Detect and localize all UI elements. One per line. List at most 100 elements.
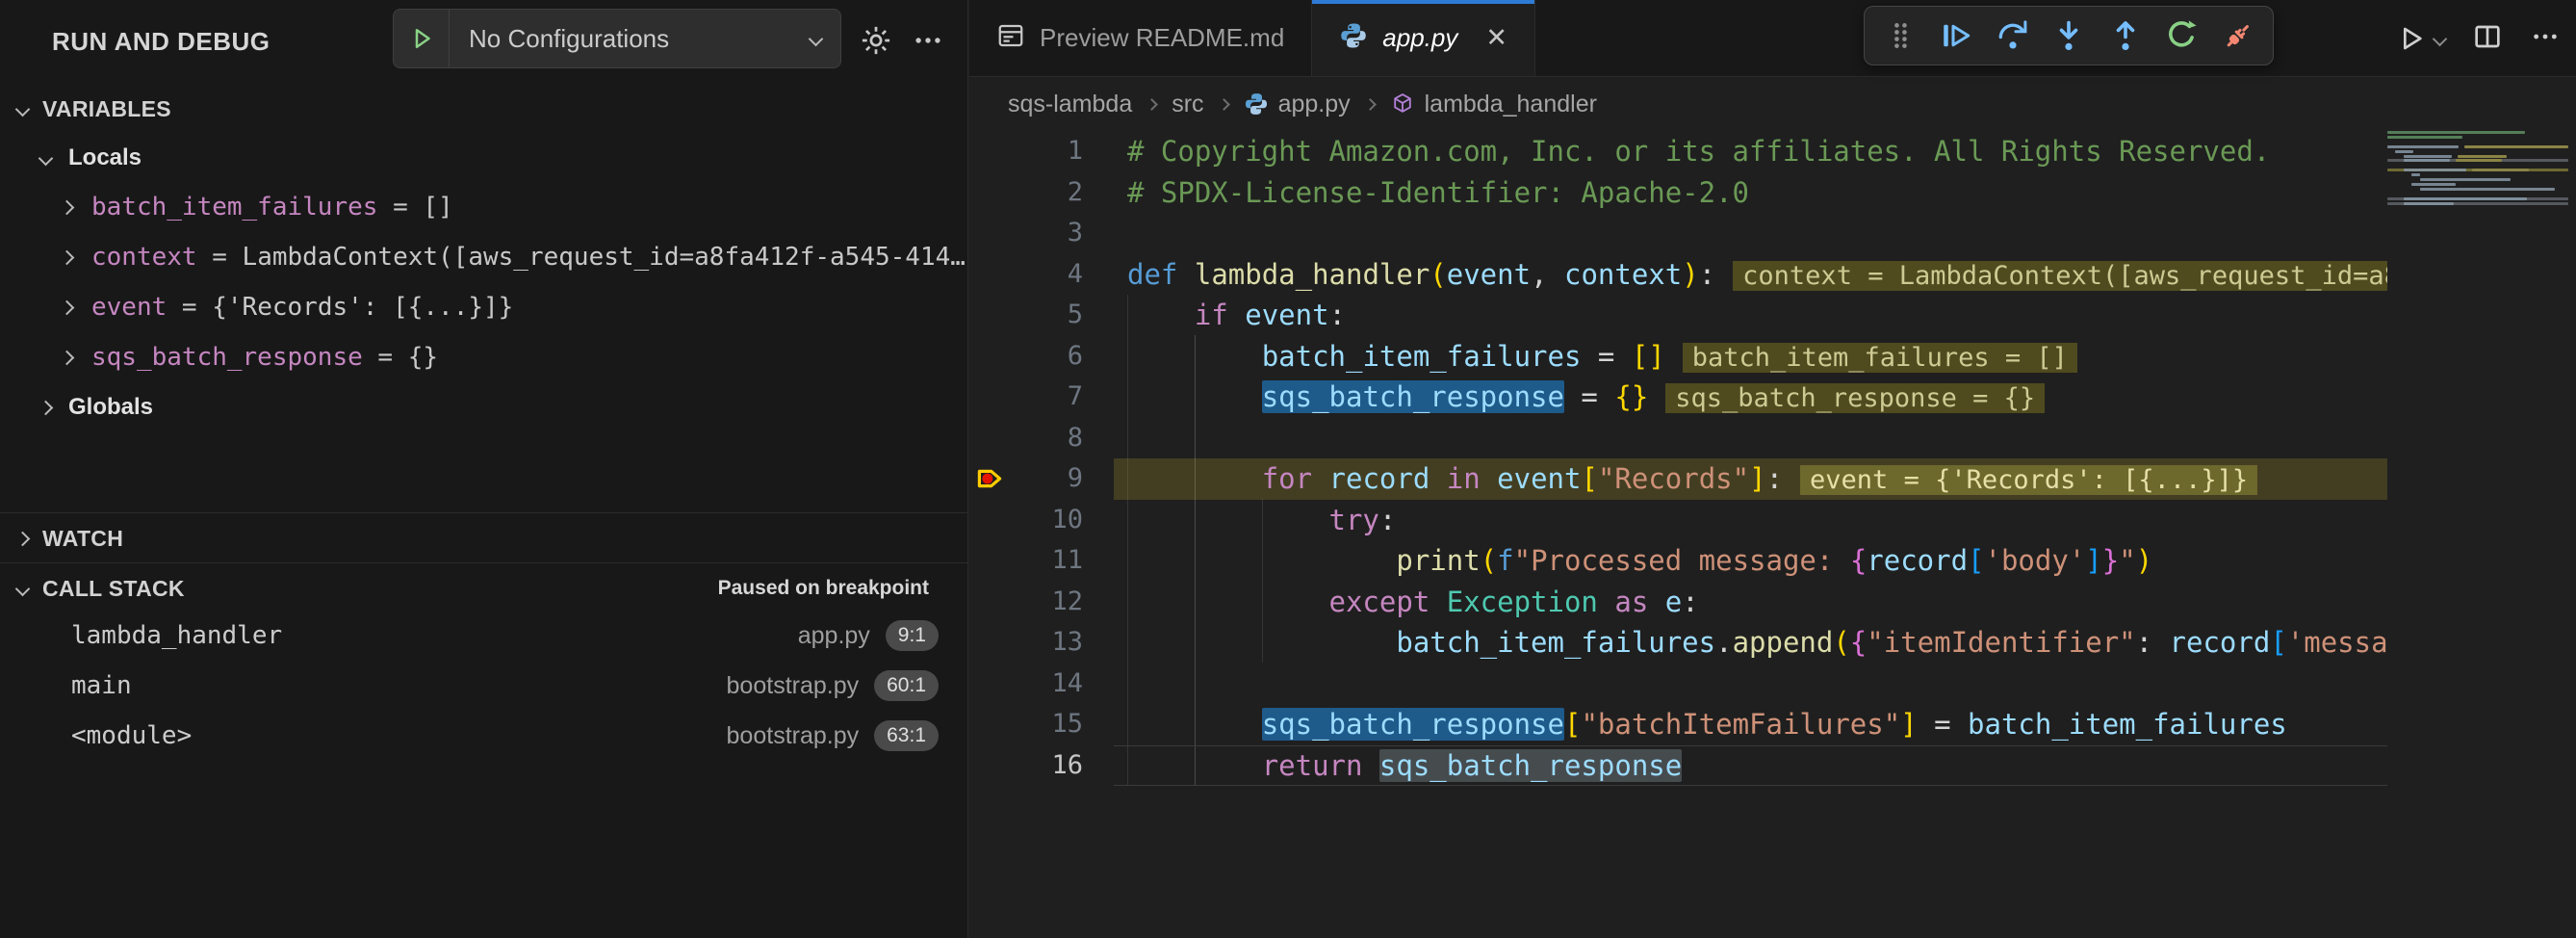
line-number[interactable]: 7 <box>969 377 1127 418</box>
line-number[interactable]: 13 <box>969 622 1127 664</box>
split-editor-icon[interactable] <box>2472 21 2503 57</box>
code-line[interactable]: 14 <box>969 664 2387 705</box>
code-line[interactable]: 11 print(f"Processed message: {record['b… <box>969 540 2387 582</box>
chevron-right-icon[interactable] <box>39 400 54 415</box>
globals-group-row[interactable]: Globals <box>0 384 967 430</box>
line-number[interactable]: 11 <box>969 540 1127 582</box>
call-stack-frame[interactable]: <module>bootstrap.py63:1 <box>0 713 967 759</box>
breadcrumb-folder[interactable]: sqs-lambda <box>1008 91 1132 118</box>
line-number[interactable]: 2 <box>969 172 1127 214</box>
breadcrumb-file[interactable]: app.py <box>1244 91 1351 118</box>
code-line[interactable]: 2# SPDX-License-Identifier: Apache-2.0 <box>969 172 2387 214</box>
step-out-button[interactable] <box>2104 14 2147 57</box>
minimap-code-row <box>2395 150 2413 153</box>
minimap-code-row <box>2404 155 2452 158</box>
locals-group-row[interactable]: Locals <box>0 135 967 181</box>
line-number[interactable]: 9 <box>969 458 1127 500</box>
variable-row[interactable]: sqs_batch_response = {} <box>0 334 967 380</box>
line-number[interactable]: 14 <box>969 664 1127 705</box>
disconnect-button[interactable] <box>2217 14 2259 57</box>
chevron-down-icon[interactable] <box>15 581 31 596</box>
variables-section-header[interactable]: VARIABLES <box>0 91 967 127</box>
line-number[interactable]: 3 <box>969 213 1127 254</box>
code-line[interactable]: 16 return sqs_batch_response <box>969 745 2387 787</box>
sidebar-title: RUN AND DEBUG <box>52 27 270 57</box>
step-into-button[interactable] <box>2048 14 2090 57</box>
variable-row[interactable]: context = LambdaContext([aws_request_id=… <box>0 234 967 280</box>
tab-app-py[interactable]: app.py ✕ <box>1312 0 1535 76</box>
line-number[interactable]: 16 <box>969 745 1127 787</box>
debug-toolbar <box>1864 6 2274 65</box>
more-actions-icon[interactable] <box>907 19 949 62</box>
run-python-file-button[interactable] <box>2396 23 2445 54</box>
line-number[interactable]: 10 <box>969 500 1127 541</box>
code-editor[interactable]: 1# Copyright Amazon.com, Inc. or its aff… <box>969 131 2576 938</box>
chevron-right-icon[interactable] <box>60 300 75 315</box>
vscode-debug-window: RUN AND DEBUG No Configurations VARIABLE… <box>0 0 2576 938</box>
variable-row[interactable]: batch_item_failures = [] <box>0 184 967 230</box>
gear-icon[interactable] <box>855 19 897 62</box>
chevron-down-icon[interactable] <box>15 101 31 117</box>
run-and-debug-sidebar: RUN AND DEBUG No Configurations VARIABLE… <box>0 0 968 938</box>
frame-location: bootstrap.py63:1 <box>727 720 939 751</box>
code-line[interactable]: 8 <box>969 418 2387 459</box>
line-number[interactable]: 12 <box>969 582 1127 623</box>
minimap[interactable] <box>2387 131 2576 938</box>
close-icon[interactable]: ✕ <box>1485 23 1507 53</box>
code-text: # SPDX-License-Identifier: Apache-2.0 <box>1127 172 1749 214</box>
chevron-right-icon[interactable] <box>15 531 31 546</box>
debug-inline-value: batch_item_failures = [] <box>1683 343 2077 373</box>
watch-section-header[interactable]: WATCH <box>0 520 967 557</box>
breadcrumb-symbol[interactable]: lambda_handler <box>1390 91 1597 118</box>
more-actions-icon[interactable] <box>2530 21 2561 57</box>
call-stack-section-header[interactable]: CALL STACK Paused on breakpoint <box>0 570 967 607</box>
frame-position-badge: 9:1 <box>886 620 939 651</box>
frame-location: bootstrap.py60:1 <box>727 670 939 701</box>
chevron-down-icon[interactable] <box>2433 31 2448 46</box>
code-line[interactable]: 9 for record in event["Records"]:event =… <box>969 458 2387 500</box>
code-text: for record in event["Records"]:event = {… <box>1127 458 2257 500</box>
minimap-code-row <box>2404 197 2527 200</box>
minimap-code-row <box>2404 169 2466 171</box>
chevron-right-icon[interactable] <box>60 199 75 215</box>
tab-preview-readme[interactable]: Preview README.md <box>969 0 1312 76</box>
breadcrumb-folder[interactable]: src <box>1172 91 1203 118</box>
continue-button[interactable] <box>1935 14 1977 57</box>
variable-row[interactable]: event = {'Records': [{...}]} <box>0 284 967 330</box>
code-line[interactable]: 10 try: <box>969 500 2387 541</box>
line-number[interactable]: 1 <box>969 131 1127 172</box>
debug-inline-value: context = LambdaContext([aws_request_id=… <box>1733 261 2387 291</box>
code-text: batch_item_failures.append({"itemIdentif… <box>1127 622 2387 664</box>
step-over-button[interactable] <box>1992 14 2034 57</box>
line-number[interactable]: 5 <box>969 295 1127 336</box>
chevron-right-icon[interactable] <box>60 350 75 365</box>
code-text: if event: <box>1127 295 1346 336</box>
start-debug-icon[interactable] <box>394 10 450 67</box>
line-number[interactable]: 8 <box>969 418 1127 459</box>
restart-button[interactable] <box>2160 14 2202 57</box>
markdown-preview-icon <box>996 21 1025 55</box>
code-line[interactable]: 3 <box>969 213 2387 254</box>
code-line[interactable]: 6 batch_item_failures = []batch_item_fai… <box>969 336 2387 378</box>
line-number[interactable]: 4 <box>969 254 1127 296</box>
code-line[interactable]: 15 sqs_batch_response["batchItemFailures… <box>969 704 2387 745</box>
call-stack-frame[interactable]: mainbootstrap.py60:1 <box>0 663 967 709</box>
drag-handle-icon[interactable] <box>1879 14 1921 57</box>
code-line[interactable]: 1# Copyright Amazon.com, Inc. or its aff… <box>969 131 2387 172</box>
line-number[interactable]: 6 <box>969 336 1127 378</box>
minimap-code-row <box>2387 136 2462 139</box>
code-line[interactable]: 7 sqs_batch_response = {}sqs_batch_respo… <box>969 377 2387 418</box>
chevron-right-icon[interactable] <box>60 249 75 265</box>
editor-tab-bar: Preview README.md app.py ✕ <box>969 0 2576 77</box>
code-line[interactable]: 13 batch_item_failures.append({"itemIden… <box>969 622 2387 664</box>
code-text: def lambda_handler(event, context):conte… <box>1127 254 2387 296</box>
code-line[interactable]: 5 if event: <box>969 295 2387 336</box>
code-line[interactable]: 4def lambda_handler(event, context):cont… <box>969 254 2387 296</box>
launch-configuration-dropdown[interactable]: No Configurations <box>393 9 841 68</box>
code-line[interactable]: 12 except Exception as e: <box>969 582 2387 623</box>
line-number[interactable]: 15 <box>969 704 1127 745</box>
frame-location: app.py9:1 <box>798 620 939 651</box>
call-stack-frame[interactable]: lambda_handlerapp.py9:1 <box>0 612 967 659</box>
code-text: return sqs_batch_response <box>1127 745 1682 787</box>
chevron-down-icon[interactable] <box>39 150 54 166</box>
